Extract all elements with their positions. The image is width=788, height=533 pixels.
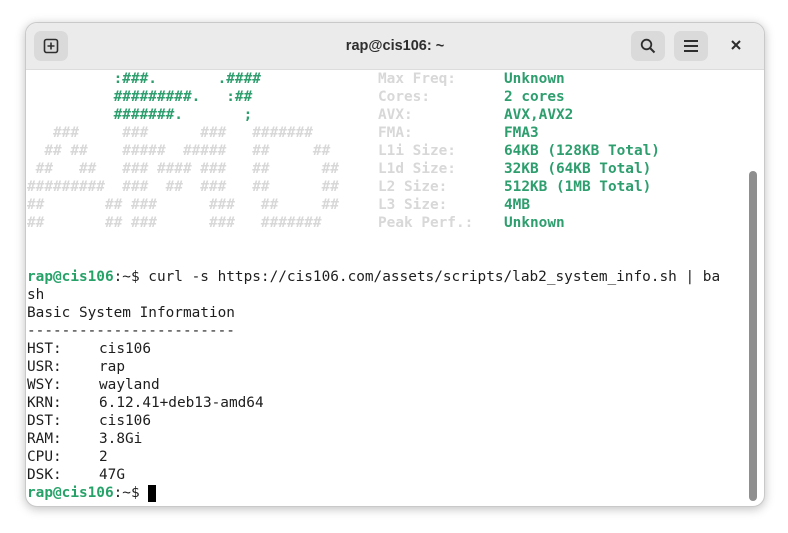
info-key: L1i Size: <box>378 143 456 159</box>
output-header: Basic System Information <box>27 305 235 321</box>
sysinfo-label: CPU: <box>27 449 62 465</box>
logo-text: ## ## ##### ##### ## ## <box>27 143 331 159</box>
info-value: Unknown <box>504 71 565 87</box>
prompt-user: rap@cis106 <box>27 269 114 285</box>
fetch-row: :###. .#### <box>27 70 261 88</box>
fetch-row: #########. :## <box>27 88 253 106</box>
close-button[interactable] <box>724 35 748 59</box>
sysinfo-value: wayland <box>99 377 160 393</box>
close-icon <box>730 38 742 56</box>
sysinfo-value: rap <box>99 359 125 375</box>
terminal-window: rap@cis106: ~:###. .#### #########.:##… <box>25 22 765 507</box>
terminal-output[interactable]: :###. .#### #########. :## #######. ; ##… <box>27 70 743 504</box>
command-wrap: sh <box>27 287 45 303</box>
info-value: 4MB <box>504 197 530 213</box>
info-key: L3 Size: <box>378 197 448 213</box>
info-value: 512KB (1MB Total) <box>504 179 652 195</box>
search-button[interactable] <box>631 31 665 61</box>
sysinfo-value: cis106 <box>99 341 151 357</box>
fetch-row: ## ## ### ### ## ## <box>27 196 339 214</box>
info-value: FMA3 <box>504 125 539 141</box>
info-key: Peak Perf.: <box>378 215 474 231</box>
logo-text: ######### ### ## ### ## ## <box>27 179 339 195</box>
prompt-path: :~$ <box>113 485 149 501</box>
fetch-row: ### ### ### ####### <box>27 124 313 142</box>
sysinfo-value: 47G <box>99 467 125 483</box>
new-tab-icon <box>43 38 59 54</box>
info-key: L1d Size: <box>378 161 456 177</box>
sysinfo-label: DSK: <box>27 467 62 483</box>
active-prompt[interactable]: rap@cis106:~$ <box>27 484 157 502</box>
fetch-row: ## ## ### ### ####### <box>27 214 322 232</box>
info-value: 2 cores <box>504 89 565 105</box>
titlebar[interactable]: rap@cis106: ~ <box>26 23 764 70</box>
info-value: AVX,AVX2 <box>504 107 574 123</box>
sysinfo-value: 6.12.41+deb13-amd64 <box>99 395 264 411</box>
text-cursor <box>148 485 157 502</box>
vertical-scrollbar[interactable] <box>749 171 757 501</box>
fetch-row: ######### ### ## ### ## ## <box>27 178 339 196</box>
info-key: AVX: <box>378 107 413 123</box>
fetch-row: #######. ; <box>27 106 253 124</box>
logo-text: ## ## ### #### ### ## ## <box>27 161 339 177</box>
prompt-path: :~$ <box>113 269 149 285</box>
fetch-row: ## ## ### #### ### ## ## <box>27 160 339 178</box>
logo-text: ## ## ### ### ####### <box>27 215 322 231</box>
sysinfo-label: KRN: <box>27 395 62 411</box>
info-key: L2 Size: <box>378 179 448 195</box>
info-key: Max Freq: <box>378 71 456 87</box>
info-value: 32KB (64KB Total) <box>504 161 652 177</box>
logo-text: #######. ; <box>27 107 253 123</box>
prompt-user: rap@cis106 <box>27 485 114 501</box>
sysinfo-value: 2 <box>99 449 108 465</box>
sysinfo-label: HST: <box>27 341 62 357</box>
sysinfo-value: cis106 <box>99 413 151 429</box>
logo-text: ## ## ### ### ## ## <box>27 197 339 213</box>
menu-button[interactable] <box>674 31 708 61</box>
new-tab-button[interactable] <box>34 31 68 61</box>
fetch-row: ## ## ##### ##### ## ## <box>27 142 330 160</box>
info-value: Unknown <box>504 215 565 231</box>
sysinfo-label: USR: <box>27 359 62 375</box>
sysinfo-label: RAM: <box>27 431 62 447</box>
sysinfo-value: 3.8Gi <box>99 431 143 447</box>
search-icon <box>640 38 656 54</box>
command-line: rap@cis106:~$ curl -s https://cis106.com… <box>27 268 720 286</box>
sysinfo-label: WSY: <box>27 377 62 393</box>
sysinfo-label: DST: <box>27 413 62 429</box>
command-text: curl -s https://cis106.com/assets/script… <box>148 269 721 285</box>
logo-text: ### ### ### ####### <box>27 125 313 141</box>
info-key: FMA: <box>378 125 413 141</box>
hamburger-menu-icon <box>683 39 699 53</box>
info-key: Cores: <box>378 89 430 105</box>
logo-text: :###. .#### <box>27 71 261 87</box>
logo-text: #########. :## <box>27 89 253 105</box>
output-divider: ------------------------ <box>27 323 235 339</box>
info-value: 64KB (128KB Total) <box>504 143 660 159</box>
